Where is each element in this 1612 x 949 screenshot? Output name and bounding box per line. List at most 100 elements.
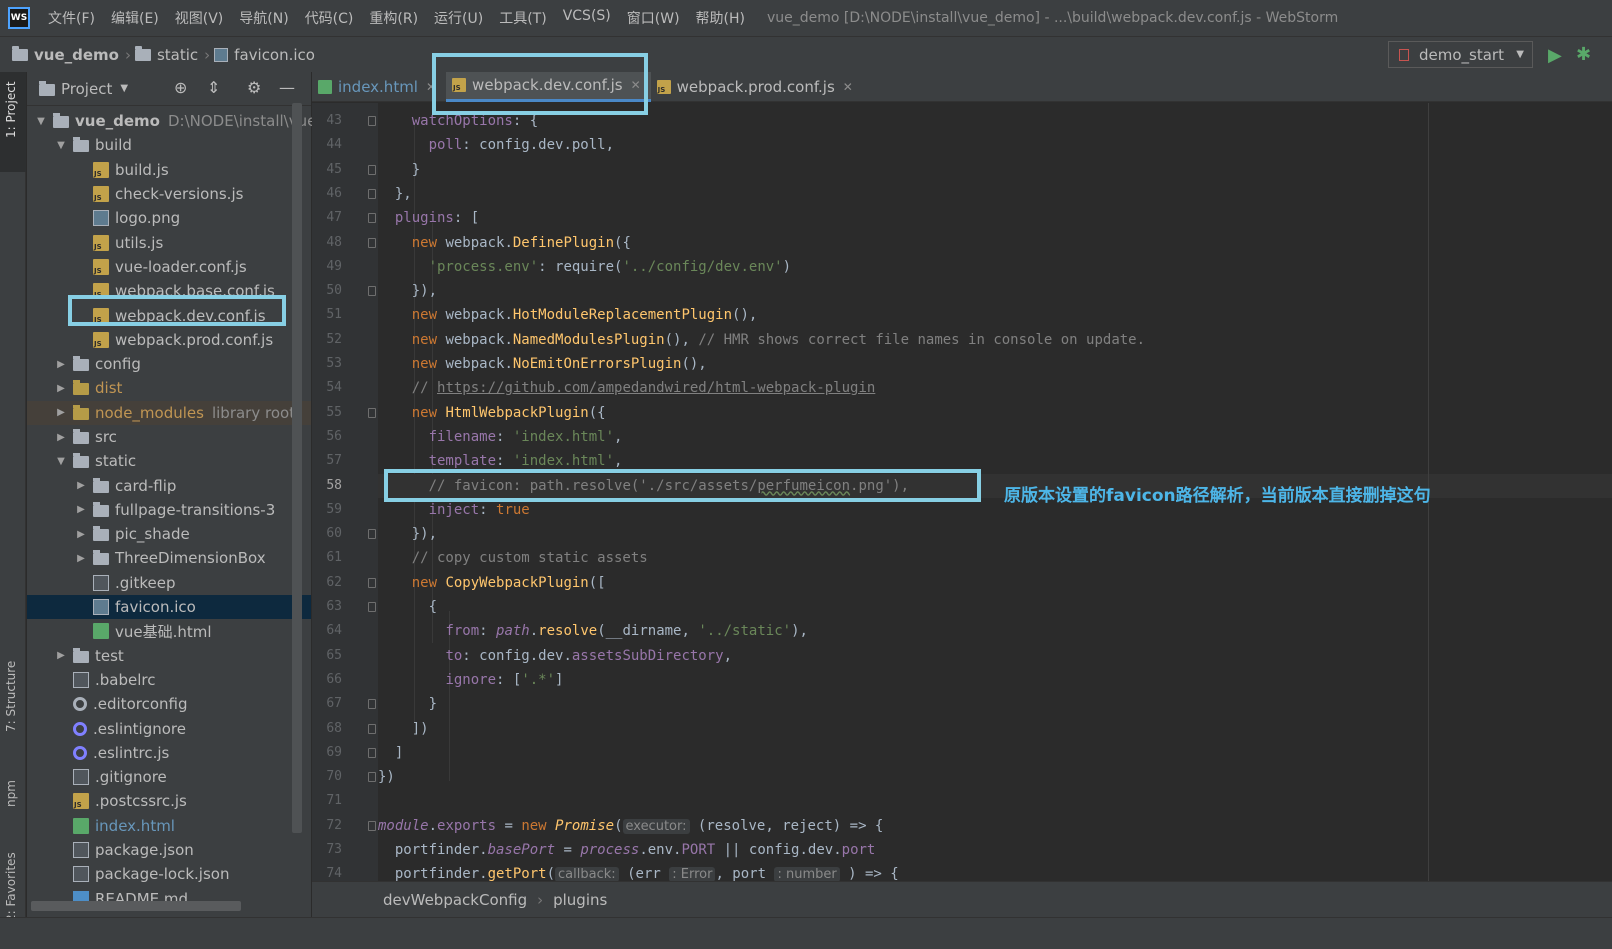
tree-row[interactable]: index.html [27, 814, 311, 838]
fold-marker-icon[interactable] [368, 286, 376, 297]
menu-item[interactable]: 帮助(H) [688, 8, 753, 28]
fold-marker-icon[interactable] [368, 237, 376, 248]
fold-marker-icon[interactable] [368, 699, 376, 710]
editor-tab[interactable]: index.html ✕ [312, 72, 446, 102]
tree-row[interactable]: ▶ ThreeDimensionBox [27, 546, 311, 570]
tree-row[interactable]: ▶ dist [27, 376, 311, 400]
tree-row[interactable]: ▶ node_modules library root [27, 400, 311, 425]
collapse-arrow-icon[interactable]: ▶ [75, 480, 87, 491]
editor-tab[interactable]: webpack.prod.conf.js ✕ [651, 72, 863, 102]
fold-marker-icon[interactable] [368, 820, 376, 831]
tree-row[interactable]: vue基础.html [27, 619, 311, 643]
tree-row[interactable]: logo.png [27, 206, 311, 230]
fold-marker-icon[interactable] [368, 577, 376, 588]
breadcrumb-project[interactable]: vue_demo › [0, 45, 135, 64]
tree-row[interactable]: package-lock.json [27, 862, 311, 886]
collapse-arrow-icon[interactable]: ▶ [75, 529, 87, 540]
collapse-arrow-icon[interactable]: ▶ [55, 432, 67, 443]
tree-row[interactable]: ▶ config [27, 352, 311, 376]
tree-row[interactable]: favicon.ico [27, 594, 311, 620]
collapse-arrow-icon[interactable]: ▶ [55, 407, 67, 418]
tree-row[interactable]: ▼ vue_demo D:\NODE\install\vue_ [27, 109, 324, 133]
fold-marker-icon[interactable] [368, 772, 376, 783]
tool-tab-npm[interactable]: npm [4, 780, 18, 807]
menu-item[interactable]: 文件(F) [40, 8, 103, 28]
menu-item[interactable]: 代码(C) [297, 8, 362, 28]
menu-item[interactable]: 编辑(E) [103, 8, 167, 28]
tool-tab-favorites[interactable]: 2: Favorites [4, 852, 18, 922]
menu-item[interactable]: 导航(N) [231, 8, 296, 28]
menu-item[interactable]: VCS(S) [555, 8, 619, 28]
tree-row[interactable]: ▼ build [27, 133, 311, 157]
tree-row[interactable]: ▶ test [27, 644, 311, 668]
menu-item[interactable]: 工具(T) [491, 8, 554, 28]
collapse-arrow-icon[interactable]: ▶ [55, 383, 67, 394]
tree-row[interactable]: .eslintignore [27, 716, 311, 740]
expand-arrow-icon[interactable]: ▼ [35, 116, 47, 127]
close-icon[interactable]: ✕ [843, 80, 853, 94]
tree-row[interactable]: .gitignore [27, 765, 311, 789]
fold-marker-icon[interactable] [368, 213, 376, 224]
project-panel-header: Project ▼ ⊕ ⇕ ⚙ — [27, 72, 311, 106]
tree-row[interactable]: ▶ src [27, 425, 311, 449]
tree-row[interactable]: build.js [27, 158, 311, 182]
fold-marker-icon[interactable] [368, 188, 376, 199]
gear-icon[interactable]: ⚙ [247, 78, 261, 97]
tree-row[interactable]: ▶ card-flip [27, 473, 311, 497]
close-icon[interactable]: ✕ [631, 78, 641, 92]
fold-marker-icon[interactable] [368, 116, 376, 126]
menu-item[interactable]: 运行(U) [426, 8, 491, 28]
tree-row[interactable]: utils.js [27, 230, 311, 254]
tool-tab-structure[interactable]: 7: Structure [4, 661, 18, 732]
breadcrumb-plugins[interactable]: plugins [553, 891, 607, 909]
chevron-down-icon[interactable]: ▼ [120, 83, 128, 94]
tree-row[interactable]: webpack.prod.conf.js [27, 328, 311, 352]
code-line: }), [378, 279, 437, 303]
tree-row[interactable]: ▶ pic_shade [27, 522, 311, 546]
tree-row[interactable]: .postcssrc.js [27, 789, 311, 813]
tree-row[interactable]: .editorconfig [27, 692, 311, 716]
tree-row[interactable]: vue-loader.conf.js [27, 255, 311, 279]
fold-marker-icon[interactable] [368, 407, 376, 418]
menu-item[interactable]: 视图(V) [167, 8, 232, 28]
fold-marker-icon[interactable] [368, 164, 376, 175]
breadcrumb-static[interactable]: static › [134, 45, 214, 64]
tool-tab-project[interactable]: 1: Project [4, 81, 18, 138]
tree-row[interactable]: ▶ fullpage-transitions-3 [27, 498, 311, 522]
tree-row[interactable]: .gitkeep [27, 571, 311, 595]
folder-icon [73, 356, 89, 372]
breadcrumb-dev-webpack-config[interactable]: devWebpackConfig [383, 891, 527, 909]
fold-marker-icon[interactable] [368, 529, 376, 540]
collapse-arrow-icon[interactable]: ▶ [75, 504, 87, 515]
editor-tab[interactable]: webpack.dev.conf.js ✕ [446, 71, 651, 102]
tree-row[interactable]: check-versions.js [27, 182, 311, 206]
expand-arrow-icon[interactable]: ▼ [55, 140, 67, 151]
collapse-arrow-icon[interactable]: ▶ [55, 650, 67, 661]
collapse-all-icon[interactable]: ⇕ [207, 78, 220, 97]
collapse-arrow-icon[interactable]: ▶ [75, 553, 87, 564]
breadcrumb-file[interactable]: favicon.ico [214, 46, 315, 64]
menu-item[interactable]: 窗口(W) [619, 8, 688, 28]
tree-horizontal-scrollbar[interactable] [31, 901, 241, 911]
fold-marker-icon[interactable] [368, 747, 376, 758]
tree-row[interactable]: webpack.base.conf.js [27, 279, 311, 303]
fold-marker-icon[interactable] [368, 602, 376, 612]
run-icon[interactable]: ▶ [1548, 45, 1562, 66]
code-token: resolve [538, 623, 598, 640]
tree-vertical-scrollbar[interactable] [292, 103, 302, 833]
collapse-arrow-icon[interactable]: ▶ [55, 359, 67, 370]
run-config-dropdown[interactable]: demo_start ▼ [1388, 41, 1533, 68]
tree-row[interactable]: .eslintrc.js [27, 741, 311, 765]
tree-row[interactable]: package.json [27, 838, 311, 862]
debug-icon[interactable]: ✱ [1576, 44, 1591, 65]
fold-marker-icon[interactable] [368, 723, 376, 734]
tree-row[interactable]: .babelrc [27, 668, 311, 692]
expand-arrow-icon[interactable]: ▼ [55, 456, 67, 467]
close-icon[interactable]: ✕ [426, 80, 436, 94]
project-view-title[interactable]: Project [61, 80, 112, 98]
locate-icon[interactable]: ⊕ [174, 78, 187, 97]
menu-item[interactable]: 重构(R) [361, 8, 426, 28]
hide-icon[interactable]: — [279, 78, 295, 97]
tree-row[interactable]: ▼ static [27, 449, 311, 473]
tree-row[interactable]: webpack.dev.conf.js [27, 303, 311, 327]
